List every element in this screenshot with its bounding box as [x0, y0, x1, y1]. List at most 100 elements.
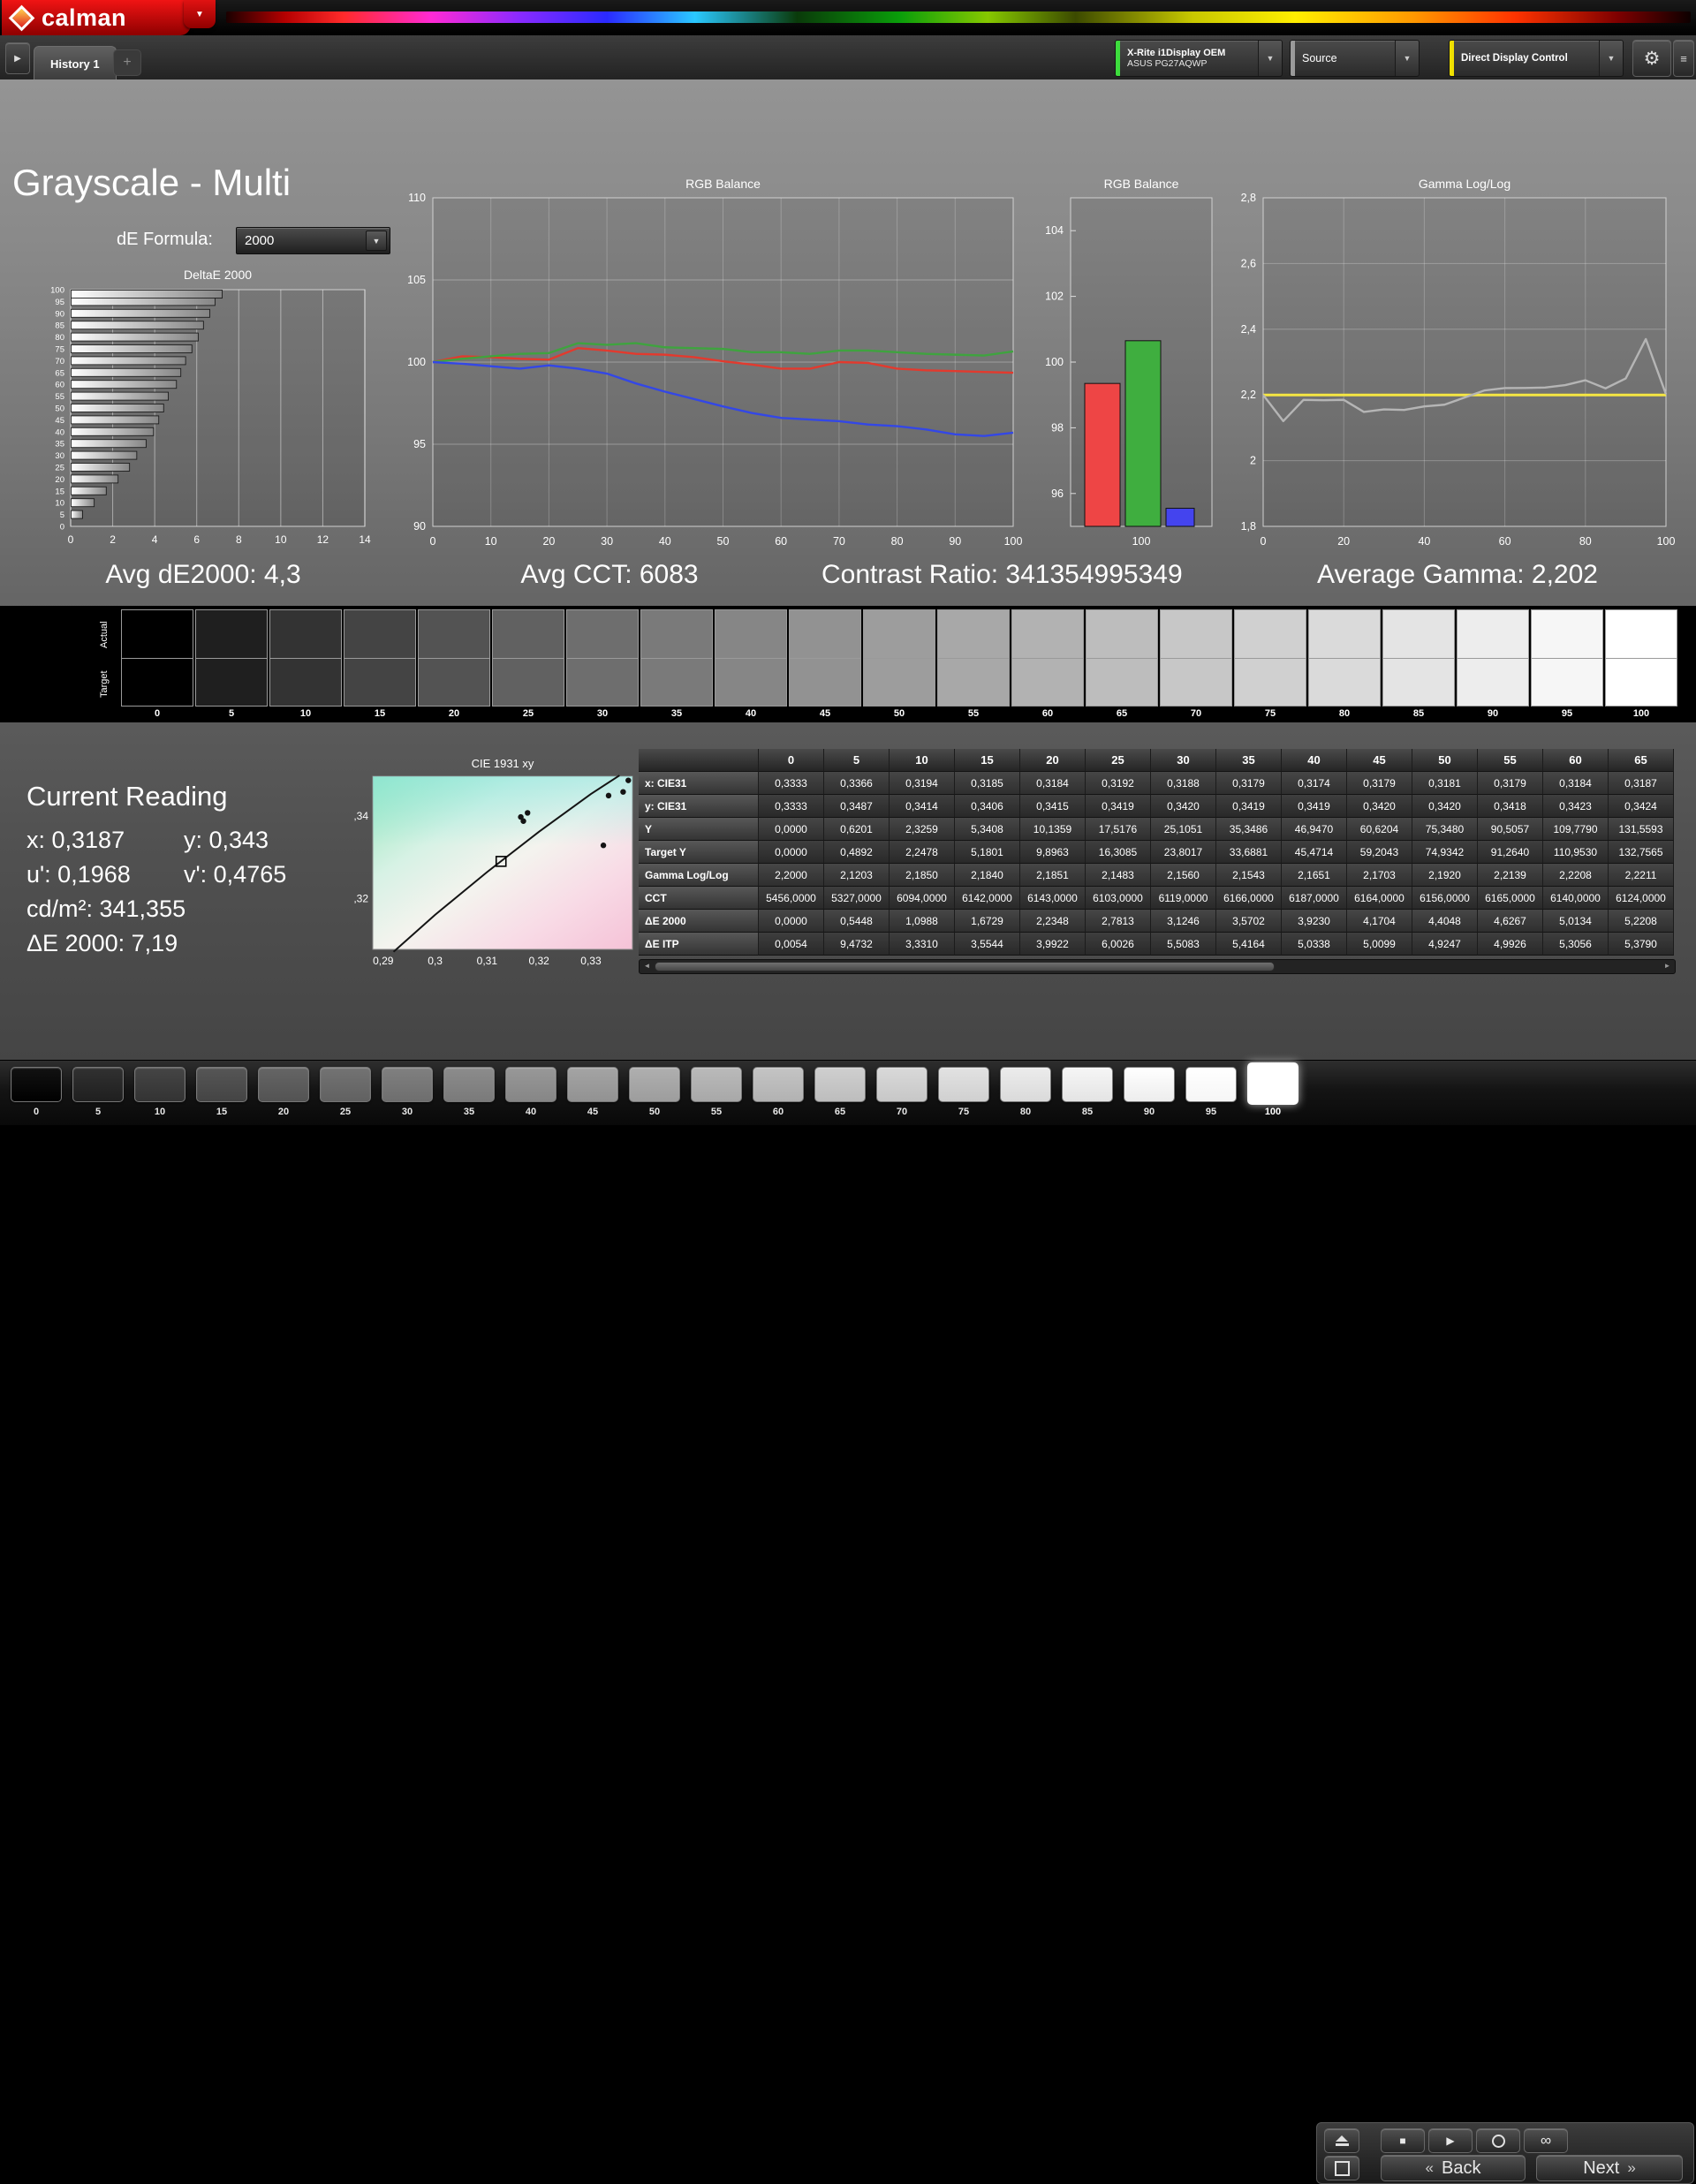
gray-level-swatch[interactable]	[258, 1067, 309, 1102]
gray-level-swatch[interactable]	[567, 1067, 618, 1102]
gray-level-button[interactable]: 70	[876, 1061, 928, 1125]
table-cell: 0,3184	[1020, 772, 1086, 795]
meter-dropdown[interactable]: X-Rite i1Display OEM ASUS PG27AQWP ▼	[1115, 40, 1283, 77]
settings-button[interactable]: ⚙	[1632, 40, 1671, 77]
table-column-header: 30	[1151, 749, 1216, 772]
scroll-right-button[interactable]: ►	[1661, 961, 1674, 971]
caret-down-icon: ▼	[366, 230, 387, 251]
swatch-step-label: 10	[299, 708, 312, 719]
gray-level-swatch[interactable]	[1062, 1067, 1113, 1102]
table-row-label: Y	[639, 818, 759, 841]
gray-level-swatch[interactable]	[938, 1067, 989, 1102]
svg-text:45: 45	[55, 416, 64, 426]
caret-down-icon[interactable]: ▼	[1395, 41, 1419, 76]
side-panel-toggle-button[interactable]: ≡	[1673, 40, 1694, 77]
gray-level-button[interactable]: 0	[11, 1061, 62, 1125]
svg-text:25: 25	[55, 464, 64, 473]
gray-level-button[interactable]: 60	[753, 1061, 804, 1125]
meter-position-button[interactable]	[1324, 2128, 1359, 2153]
table-cell: 2,2208	[1543, 864, 1609, 887]
direct-display-control-dropdown[interactable]: Direct Display Control ▼	[1449, 40, 1624, 77]
gray-level-swatch[interactable]	[134, 1067, 186, 1102]
svg-text:70: 70	[55, 357, 64, 367]
scroll-left-button[interactable]: ◄	[640, 961, 654, 971]
gray-level-button[interactable]: 35	[443, 1061, 495, 1125]
tab-history-1[interactable]: History 1	[34, 46, 117, 80]
scrollbar-thumb[interactable]	[655, 962, 1275, 971]
table-cell: 4,1704	[1347, 910, 1412, 933]
table-cell: 0,3333	[759, 772, 824, 795]
gray-level-button[interactable]: 100	[1247, 1061, 1298, 1125]
table-cell: 0,0000	[759, 910, 824, 933]
svg-text:8: 8	[236, 533, 242, 546]
gray-level-swatch[interactable]	[320, 1067, 371, 1102]
gray-level-button[interactable]: 65	[814, 1061, 866, 1125]
gray-level-button[interactable]: 80	[1000, 1061, 1051, 1125]
table-corner-cell	[639, 749, 759, 772]
gray-level-swatch[interactable]	[629, 1067, 680, 1102]
gray-level-button[interactable]: 40	[505, 1061, 556, 1125]
gray-level-button[interactable]: 15	[196, 1061, 247, 1125]
svg-text:100: 100	[1004, 535, 1023, 548]
svg-text:20: 20	[55, 475, 64, 485]
actual-swatch	[1458, 610, 1528, 659]
gray-level-button[interactable]: 90	[1124, 1061, 1175, 1125]
caret-down-icon[interactable]: ▼	[1599, 41, 1623, 76]
gray-level-swatch[interactable]	[443, 1067, 495, 1102]
gray-level-swatch[interactable]	[814, 1067, 866, 1102]
continuous-measure-button[interactable]: ∞	[1524, 2128, 1568, 2153]
gray-level-button[interactable]: 20	[258, 1061, 309, 1125]
gray-level-button[interactable]: 50	[629, 1061, 680, 1125]
gray-level-swatch[interactable]	[505, 1067, 556, 1102]
gray-level-button[interactable]: 25	[320, 1061, 371, 1125]
gray-level-swatch[interactable]	[876, 1067, 928, 1102]
table-cell: 4,6267	[1478, 910, 1543, 933]
gray-level-button[interactable]: 85	[1062, 1061, 1113, 1125]
gray-level-button[interactable]: 5	[72, 1061, 124, 1125]
gray-level-button[interactable]: 30	[382, 1061, 433, 1125]
gray-level-label: 45	[587, 1107, 599, 1117]
table-row-label: ΔE 2000	[639, 910, 759, 933]
table-column-header: 55	[1478, 749, 1543, 772]
gear-icon: ⚙	[1643, 48, 1661, 69]
gray-level-button[interactable]: 10	[134, 1061, 186, 1125]
calman-logo[interactable]: calman	[2, 0, 191, 35]
gray-level-button[interactable]: 45	[567, 1061, 618, 1125]
gray-level-button[interactable]: 55	[691, 1061, 742, 1125]
table-cell: 17,5176	[1086, 818, 1151, 841]
svg-text:2,8: 2,8	[1241, 192, 1256, 204]
gray-level-swatch[interactable]	[1000, 1067, 1051, 1102]
svg-text:80: 80	[1579, 535, 1592, 548]
gray-level-swatch[interactable]	[1124, 1067, 1175, 1102]
table-cell: 46,9470	[1282, 818, 1347, 841]
single-measure-button[interactable]	[1476, 2128, 1520, 2153]
caret-down-icon[interactable]: ▼	[1258, 41, 1282, 76]
table-cell: 10,1359	[1020, 818, 1086, 841]
gray-level-swatch[interactable]	[196, 1067, 247, 1102]
de-formula-select[interactable]: 2000 ▼	[236, 227, 390, 254]
target-swatch	[1235, 658, 1306, 706]
table-cell: 110,9530	[1543, 841, 1609, 864]
gray-level-swatch[interactable]	[72, 1067, 124, 1102]
pattern-window-button[interactable]	[1324, 2156, 1359, 2180]
table-scrollbar[interactable]: ◄ ►	[639, 959, 1676, 974]
svg-text:RGB Balance: RGB Balance	[685, 177, 761, 191]
gray-level-button[interactable]: 95	[1185, 1061, 1237, 1125]
next-button[interactable]: Next »	[1536, 2155, 1683, 2181]
gray-level-swatch[interactable]	[1185, 1067, 1237, 1102]
gray-level-swatch[interactable]	[11, 1067, 62, 1102]
add-tab-button[interactable]: +	[113, 49, 141, 76]
play-button[interactable]: ▶	[1428, 2128, 1473, 2153]
gray-level-swatch[interactable]	[1247, 1062, 1298, 1105]
stop-button[interactable]: ■	[1381, 2128, 1425, 2153]
gray-level-swatch[interactable]	[382, 1067, 433, 1102]
table-cell: 132,7565	[1609, 841, 1674, 864]
gray-level-swatch[interactable]	[753, 1067, 804, 1102]
gray-level-button[interactable]: 75	[938, 1061, 989, 1125]
swatch-step-label: 70	[1190, 708, 1202, 719]
source-dropdown[interactable]: Source ▼	[1290, 40, 1420, 77]
back-button[interactable]: « Back	[1381, 2155, 1526, 2181]
gray-level-swatch[interactable]	[691, 1067, 742, 1102]
history-panel-toggle-button[interactable]: ▶	[5, 42, 30, 74]
main-menu-button[interactable]: ▼	[184, 0, 216, 28]
